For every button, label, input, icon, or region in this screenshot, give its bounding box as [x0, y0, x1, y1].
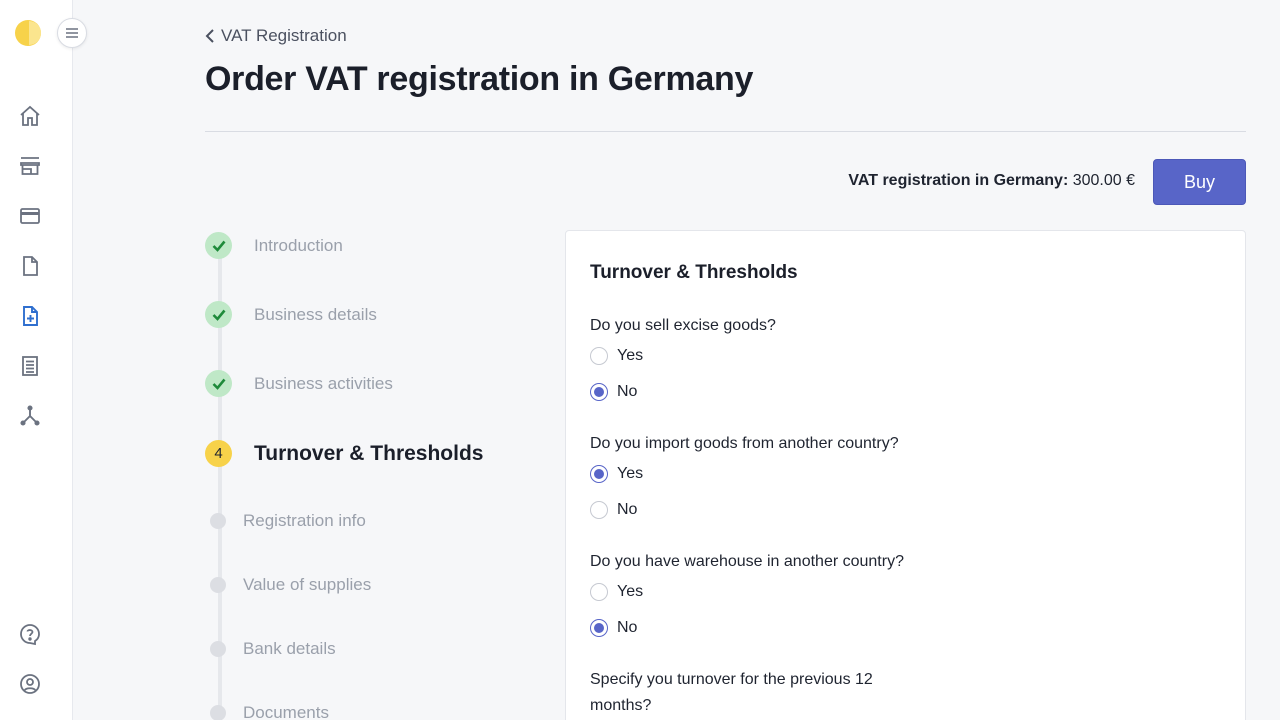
product-price: 300.00 € [1072, 172, 1135, 189]
divider [205, 131, 1246, 132]
radio-excise-yes[interactable]: Yes [590, 347, 643, 365]
radio-import-yes[interactable]: Yes [590, 465, 643, 483]
radio-button[interactable] [590, 347, 608, 365]
user-icon[interactable] [16, 670, 44, 698]
step-turnover-thresholds[interactable]: 4 Turnover & Thresholds [205, 440, 483, 467]
step-label: Business activities [254, 373, 393, 393]
document-icon[interactable] [16, 252, 44, 280]
price-line: VAT registration in Germany: 300.00 € [773, 172, 1135, 190]
check-icon [205, 301, 232, 328]
step-number: 4 [205, 440, 232, 467]
home-icon[interactable] [16, 102, 44, 130]
help-icon[interactable] [16, 620, 44, 648]
buy-button[interactable]: Buy [1153, 159, 1246, 205]
menu-toggle-button[interactable] [57, 18, 87, 48]
sidebar [0, 0, 73, 720]
hamburger-icon [66, 28, 78, 38]
step-dot [210, 513, 226, 529]
check-icon [205, 232, 232, 259]
form-title: Turnover & Thresholds [590, 262, 798, 283]
option-label: No [617, 501, 638, 518]
step-registration-info[interactable]: Registration info [205, 511, 366, 531]
product-label: VAT registration in Germany: [848, 172, 1069, 189]
store-icon[interactable] [16, 152, 44, 180]
network-icon[interactable] [16, 402, 44, 430]
radio-warehouse-yes[interactable]: Yes [590, 583, 643, 601]
option-label: No [617, 619, 638, 636]
breadcrumb-label: VAT Registration [221, 26, 347, 45]
option-label: Yes [617, 465, 644, 482]
main-content: VAT Registration Order VAT registration … [73, 0, 1280, 720]
check-icon [205, 370, 232, 397]
step-introduction[interactable]: Introduction [205, 232, 343, 259]
stepper: Introduction Business details Business a… [205, 230, 545, 720]
step-dot [210, 641, 226, 657]
step-label: Business details [254, 304, 377, 324]
credit-card-icon[interactable] [16, 202, 44, 230]
step-label: Value of supplies [243, 575, 372, 594]
radio-button[interactable] [590, 465, 608, 483]
option-label: No [617, 383, 638, 400]
radio-warehouse-no[interactable]: No [590, 619, 637, 637]
document-add-icon[interactable] [16, 302, 44, 330]
radio-button[interactable] [590, 383, 608, 401]
radio-button[interactable] [590, 501, 608, 519]
form-card: Turnover & Thresholds Do you sell excise… [565, 230, 1246, 720]
step-value-of-supplies[interactable]: Value of supplies [205, 575, 371, 595]
step-business-details[interactable]: Business details [205, 301, 377, 328]
step-label: Documents [243, 703, 329, 720]
breadcrumb[interactable]: VAT Registration [205, 26, 347, 46]
radio-button[interactable] [590, 583, 608, 601]
radio-import-no[interactable]: No [590, 501, 637, 519]
page-title: Order VAT registration in Germany [205, 60, 754, 98]
step-bank-details[interactable]: Bank details [205, 639, 336, 659]
step-dot [210, 705, 226, 720]
option-label: Yes [617, 583, 644, 600]
question-warehouse: Do you have warehouse in another country… [590, 553, 904, 570]
radio-button[interactable] [590, 619, 608, 637]
step-label: Introduction [254, 235, 343, 255]
list-icon[interactable] [16, 352, 44, 380]
logo[interactable] [15, 20, 41, 46]
question-turnover: Specify you turnover for the previous 12… [590, 671, 873, 714]
question-import-goods: Do you import goods from another country… [590, 435, 899, 452]
step-label: Turnover & Thresholds [254, 441, 484, 465]
step-business-activities[interactable]: Business activities [205, 370, 393, 397]
step-label: Bank details [243, 639, 336, 658]
radio-excise-no[interactable]: No [590, 383, 637, 401]
option-label: Yes [617, 347, 644, 364]
step-documents[interactable]: Documents [205, 703, 329, 720]
chevron-left-icon [205, 29, 214, 43]
question-excise-goods: Do you sell excise goods? [590, 317, 776, 334]
step-label: Registration info [243, 511, 366, 530]
step-dot [210, 577, 226, 593]
